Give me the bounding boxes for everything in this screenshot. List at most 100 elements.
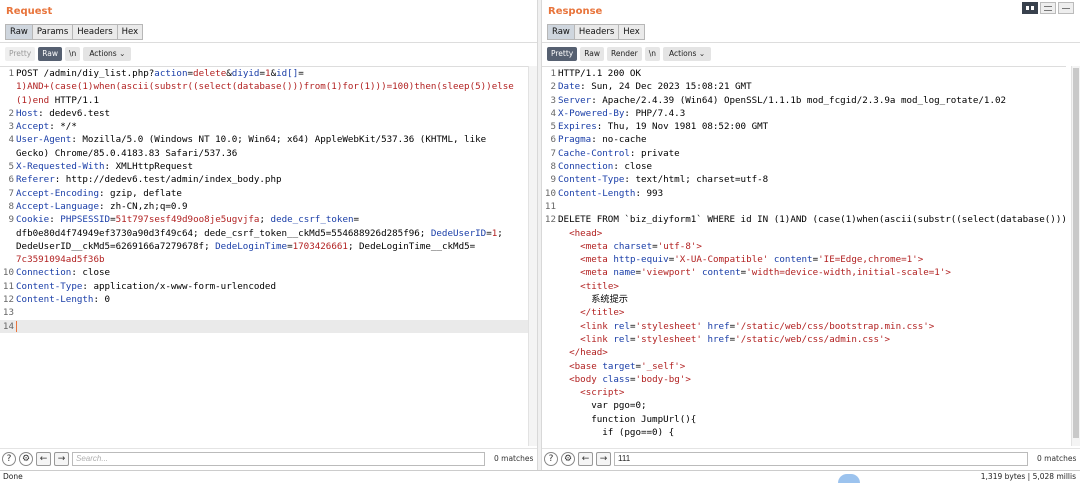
line-number: 1 — [550, 68, 556, 79]
request-raw-button[interactable]: Raw — [38, 47, 63, 61]
line-text: <base target='_self'> — [569, 360, 686, 372]
line-text: Cookie: PHPSESSID=51t797sesf49d9oo8je5ug… — [16, 214, 360, 226]
response-actions-button[interactable]: Actions ⌄ — [663, 47, 712, 61]
code-line: </head> — [542, 346, 1066, 359]
response-editor[interactable]: 1 HTTP/1.1 200 OK 2 Date: Sun, 24 Dec 2023 … — [542, 66, 1066, 446]
request-tab-hex[interactable]: Hex — [116, 24, 144, 40]
code-line: 7c3591094ad5f36b — [0, 253, 531, 266]
line-number — [542, 280, 558, 293]
response-tab-headers[interactable]: Headers — [573, 24, 620, 40]
line-text — [16, 320, 17, 333]
line-number: 12 — [2, 294, 14, 306]
burp-repeater: Request Raw Params Headers Hex Pretty Ra… — [0, 0, 1080, 483]
back-arrow-icon[interactable]: ← — [36, 451, 51, 466]
code-line: 6 Referer: http://dedev6.test/admin/index… — [0, 173, 531, 186]
request-newline-button[interactable]: \n — [65, 47, 81, 61]
line-text: X-Requested-With: XMLHttpRequest — [16, 161, 194, 173]
code-line: <meta http-equiv='X-UA-Compatible' conte… — [542, 253, 1066, 266]
line-number — [0, 94, 16, 107]
line-text: Host: dedev6.test — [16, 107, 111, 119]
request-tab-raw[interactable]: Raw — [5, 24, 33, 40]
line-number: 14 — [2, 320, 14, 332]
request-pretty-button[interactable]: Pretty — [5, 47, 36, 61]
line-text: X-Powered-By: PHP/7.4.3 — [558, 107, 686, 119]
code-line: 12 DELETE FROM `biz_diyform1` WHERE id IN… — [542, 213, 1066, 226]
request-tab-params[interactable]: Params — [31, 24, 74, 40]
layout-side-by-side-icon[interactable] — [1022, 2, 1038, 14]
divider — [542, 42, 1080, 43]
scrollbar-thumb[interactable] — [1073, 68, 1079, 438]
back-arrow-icon[interactable]: ← — [578, 451, 593, 466]
response-tab-hex[interactable]: Hex — [618, 24, 645, 40]
actions-label: Actions — [89, 49, 117, 58]
request-scrollbar[interactable] — [528, 66, 537, 446]
line-text: Pragma: no-cache — [558, 134, 647, 146]
code-line: <meta charset='utf-8'> — [542, 240, 1066, 253]
chevron-down-icon: ⌄ — [119, 49, 126, 58]
response-raw-button[interactable]: Raw — [580, 47, 605, 61]
line-number — [542, 346, 558, 359]
line-number — [0, 240, 16, 253]
line-text: var pgo=0; — [558, 400, 647, 412]
gear-icon[interactable]: ⚙ — [561, 451, 575, 466]
line-number — [542, 386, 558, 399]
request-editor[interactable]: 1 POST /admin/diy_list.php?action=delete&… — [0, 66, 531, 446]
request-actions-button[interactable]: Actions ⌄ — [83, 47, 132, 61]
response-tabs: Raw Headers Hex — [547, 24, 645, 40]
line-number — [542, 360, 558, 373]
line-number: 10 — [2, 267, 14, 279]
layout-switcher — [1022, 2, 1074, 14]
line-number: 1 — [8, 68, 14, 79]
response-scrollbar[interactable] — [1071, 66, 1080, 446]
line-text: Cache-Control: private — [558, 147, 680, 159]
line-number: 3 — [8, 121, 14, 133]
code-line: <script> — [542, 386, 1066, 399]
code-line: 10 Content-Length: 993 — [542, 187, 1066, 200]
forward-arrow-icon[interactable]: → — [54, 451, 69, 466]
line-number — [542, 373, 558, 386]
line-number — [542, 240, 558, 253]
line-number: 10 — [544, 187, 556, 199]
help-icon[interactable]: ? — [2, 451, 16, 466]
line-text: Gecko) Chrome/85.0.4183.83 Safari/537.36 — [16, 147, 238, 159]
response-render-button[interactable]: Render — [607, 47, 642, 61]
line-text: User-Agent: Mozilla/5.0 (Windows NT 10.0… — [16, 134, 487, 146]
line-number: 3 — [550, 94, 556, 106]
code-line: 8 Accept-Language: zh-CN,zh;q=0.9 — [0, 200, 531, 213]
request-tab-headers[interactable]: Headers — [72, 24, 118, 40]
line-text: Content-Length: 993 — [558, 187, 664, 199]
line-number — [542, 399, 558, 412]
response-newline-button[interactable]: \n — [644, 47, 661, 61]
code-line: <title> — [542, 280, 1066, 293]
response-search-input[interactable] — [614, 451, 1028, 466]
forward-arrow-icon[interactable]: → — [596, 451, 611, 466]
line-text: Expires: Thu, 19 Nov 1981 08:52:00 GMT — [558, 121, 769, 133]
code-line: 5 X-Requested-With: XMLHttpRequest — [0, 160, 531, 173]
line-number: 2 — [550, 81, 556, 93]
request-search-input[interactable] — [72, 451, 485, 466]
line-number — [0, 80, 16, 93]
gear-icon[interactable]: ⚙ — [19, 451, 33, 466]
code-line: </title> — [542, 306, 1066, 319]
request-tabs: Raw Params Headers Hex — [5, 24, 144, 40]
line-number: 6 — [550, 134, 556, 146]
line-number: 5 — [550, 121, 556, 133]
response-tab-raw[interactable]: Raw — [547, 24, 575, 40]
line-text: Accept-Encoding: gzip, deflate — [16, 187, 182, 199]
line-number: 9 — [550, 174, 556, 186]
line-number: 8 — [8, 200, 14, 212]
line-text: function JumpUrl(){ — [558, 413, 697, 425]
line-number: 7 — [8, 187, 14, 199]
line-text: <body class='body-bg'> — [569, 373, 691, 385]
line-number — [542, 426, 558, 439]
code-line: 4 User-Agent: Mozilla/5.0 (Windows NT 10.… — [0, 133, 531, 146]
line-text: (1)end HTTP/1.1 — [16, 94, 99, 106]
help-icon[interactable]: ? — [544, 451, 558, 466]
line-text: <link rel='stylesheet' href='/static/web… — [580, 320, 935, 332]
line-number: 2 — [8, 107, 14, 119]
response-pretty-button[interactable]: Pretty — [547, 47, 578, 61]
layout-tabs-icon[interactable] — [1058, 2, 1074, 14]
line-number: 8 — [550, 161, 556, 173]
line-text: <script> — [580, 387, 625, 399]
layout-top-bottom-icon[interactable] — [1040, 2, 1056, 14]
